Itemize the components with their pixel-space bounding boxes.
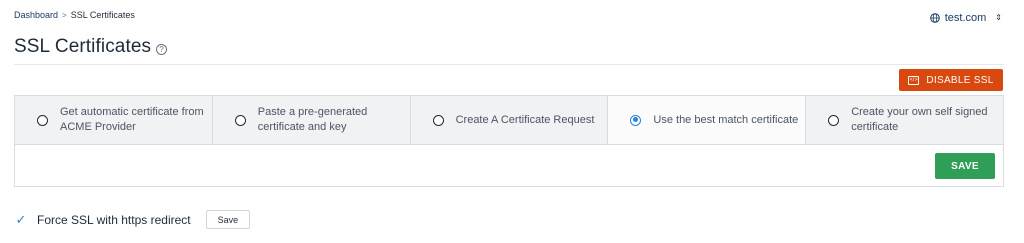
certificate-panel: Get automatic certificate from ACME Prov… (14, 95, 1004, 187)
breadcrumb-separator: > (62, 10, 67, 20)
code-window-icon: </> (908, 75, 920, 85)
save-button[interactable]: SAVE (935, 153, 995, 179)
breadcrumb-dashboard-link[interactable]: Dashboard (14, 10, 58, 20)
radio-button[interactable] (234, 114, 246, 126)
radio-button[interactable] (828, 114, 840, 126)
radio-button[interactable] (630, 114, 642, 126)
radio-button[interactable] (37, 114, 48, 126)
option-label: Create your own self signed certificate (851, 106, 988, 133)
option-label: Create A Certificate Request (455, 113, 595, 126)
breadcrumb-current: SSL Certificates (70, 10, 135, 20)
option-best-match[interactable]: Use the best match certificate (608, 96, 807, 144)
option-label: Use the best match certificate (653, 113, 799, 126)
domain-selector[interactable]: test.com ⇕ (929, 12, 1002, 24)
force-ssl-row: ✓ Force SSL with https redirect Save (14, 210, 251, 229)
domain-selector-value: test.com (944, 12, 987, 24)
force-ssl-save-button[interactable]: Save (205, 210, 251, 229)
globe-icon (929, 13, 940, 23)
chevron-updown-icon: ⇕ (995, 13, 1002, 22)
disable-ssl-label: DISABLE SSL (926, 74, 994, 86)
option-label: Get automatic certificate from ACME Prov… (60, 106, 204, 133)
help-icon[interactable]: ? (156, 43, 168, 55)
option-label: Paste a pre-generated certificate and ke… (257, 106, 368, 133)
option-acme[interactable]: Get automatic certificate from ACME Prov… (15, 96, 213, 144)
force-ssl-checkbox[interactable]: ✓ (14, 212, 28, 227)
page-title: SSL Certificates (14, 36, 152, 57)
page-header: SSL Certificates ? (14, 36, 168, 58)
divider (14, 64, 1004, 65)
option-self-signed[interactable]: Create your own self signed certificate (806, 96, 1003, 144)
breadcrumb: Dashboard > SSL Certificates (14, 10, 135, 20)
disable-ssl-button[interactable]: </> DISABLE SSL (899, 69, 1003, 91)
radio-button[interactable] (432, 114, 444, 126)
option-paste-certificate[interactable]: Paste a pre-generated certificate and ke… (212, 96, 411, 144)
certificate-options: Get automatic certificate from ACME Prov… (15, 96, 1003, 145)
option-certificate-request[interactable]: Create A Certificate Request (410, 96, 609, 144)
force-ssl-label: Force SSL with https redirect (37, 212, 191, 227)
